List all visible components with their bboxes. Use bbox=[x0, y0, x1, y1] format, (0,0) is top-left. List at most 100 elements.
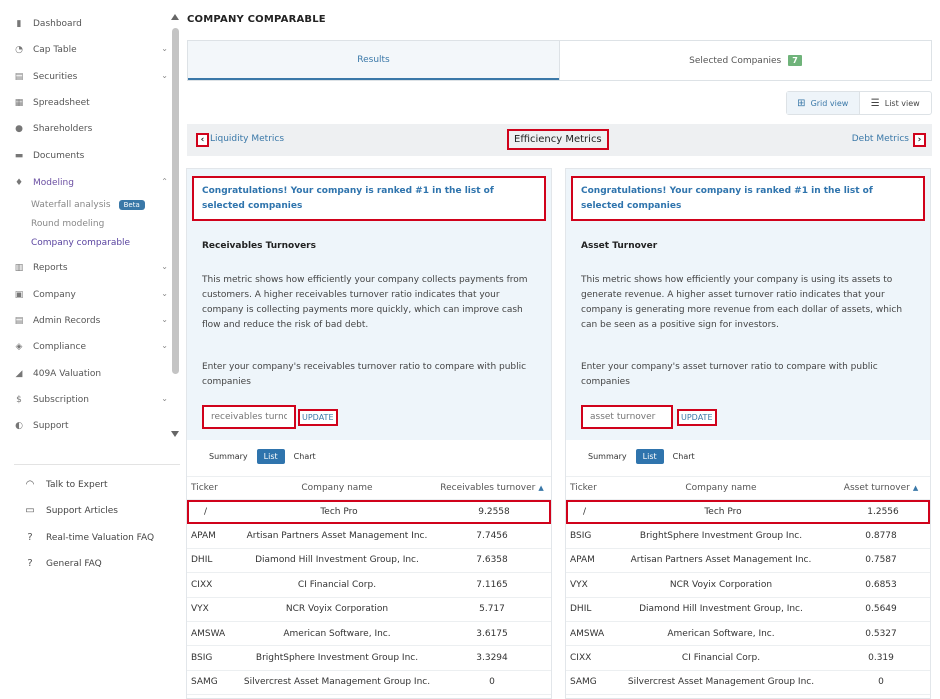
pie-chart-icon: ◔ bbox=[15, 45, 23, 55]
table-row: AMSWA American Software, Inc. 0.5327 bbox=[566, 622, 930, 647]
sidebar-item-securities[interactable]: ▤ Securities ⌄ bbox=[14, 67, 170, 87]
sidebar-scrollbar-thumb[interactable] bbox=[172, 28, 179, 374]
page-title: COMPANY COMPARABLE bbox=[187, 14, 326, 25]
sidebar-item-spreadsheet[interactable]: ▦ Spreadsheet bbox=[14, 93, 170, 113]
sidebar-item-cap-table[interactable]: ◔ Cap Table ⌄ bbox=[14, 40, 170, 60]
previous-metric-link[interactable]: Liquidity Metrics bbox=[210, 134, 284, 144]
cell-value: 0.7587 bbox=[865, 555, 897, 566]
column-header-value[interactable]: Receivables turnover ▲ bbox=[427, 483, 557, 493]
update-button[interactable]: UPDATE bbox=[677, 409, 717, 426]
sidebar-item-label: Dashboard bbox=[33, 19, 82, 29]
folder-icon: ▬ bbox=[14, 151, 24, 161]
subtab-list[interactable]: List bbox=[635, 449, 664, 464]
sidebar-item-shareholders[interactable]: ● Shareholders bbox=[14, 119, 170, 139]
receivables-turnover-input[interactable] bbox=[202, 405, 296, 429]
cell-company-name: Tech Pro bbox=[320, 507, 358, 518]
cell-value: 3.6175 bbox=[476, 628, 508, 639]
sidebar-subitem-company-comparable[interactable]: Company comparable bbox=[31, 235, 130, 251]
metric-description: This metric shows how efficiently your c… bbox=[581, 275, 903, 330]
cell-value: 0.319 bbox=[868, 653, 894, 664]
cell-company-name: Diamond Hill Investment Group, Inc. bbox=[639, 604, 803, 615]
sort-icon: ▲ bbox=[538, 484, 544, 492]
sidebar-item-label: Compliance bbox=[33, 342, 86, 352]
sidebar-item-compliance[interactable]: ◈ Compliance ⌄ bbox=[14, 337, 170, 357]
cell-ticker: SAMG bbox=[570, 677, 597, 688]
list-view-button[interactable]: ☰ List view bbox=[860, 92, 932, 114]
scroll-down-arrow[interactable] bbox=[171, 431, 179, 437]
asset-turnover-input[interactable] bbox=[581, 405, 673, 429]
receivables-turnover-panel: Congratulations! Your company is ranked … bbox=[186, 168, 552, 699]
help-circle-icon: ? bbox=[27, 532, 33, 543]
cell-company-name: NCR Voyix Corporation bbox=[669, 579, 773, 590]
cell-value: 5.717 bbox=[479, 604, 505, 615]
sidebar-item-documents[interactable]: ▬ Documents bbox=[14, 146, 170, 166]
cell-ticker: / bbox=[583, 507, 587, 518]
column-header-company-name: Company name bbox=[301, 483, 373, 493]
subtab-summary[interactable]: Summary bbox=[202, 449, 255, 464]
sidebar-item-dashboard[interactable]: ▮ Dashboard bbox=[14, 14, 170, 34]
cell-value: 7.6358 bbox=[476, 555, 508, 566]
subtab-chart[interactable]: Chart bbox=[666, 449, 702, 464]
divider bbox=[14, 464, 180, 465]
subtab-summary[interactable]: Summary bbox=[581, 449, 634, 464]
tab-selected-companies[interactable]: Selected Companies 7 bbox=[559, 41, 931, 80]
cell-company-name: BrightSphere Investment Group Inc. bbox=[639, 531, 803, 542]
cell-company-name: Silvercrest Asset Management Group Inc. bbox=[243, 677, 431, 688]
sidebar-item-support[interactable]: ◐ Support bbox=[14, 416, 170, 436]
cell-value: 1.2556 bbox=[867, 507, 899, 518]
congrats-message: Congratulations! Your company is ranked … bbox=[192, 176, 546, 221]
table-row: DHIL Diamond Hill Investment Group, Inc.… bbox=[566, 598, 930, 622]
column-header-ticker: Ticker bbox=[191, 483, 218, 493]
reports-icon: ▥ bbox=[14, 263, 24, 273]
subtab-list[interactable]: List bbox=[256, 449, 285, 464]
comparison-table: Ticker Company name Receivables turnover… bbox=[187, 476, 551, 696]
cell-value: 3.3294 bbox=[476, 653, 508, 664]
next-metric-link[interactable]: Debt Metrics bbox=[852, 134, 909, 144]
tab-results[interactable]: Results bbox=[188, 41, 559, 80]
subtab-chart[interactable]: Chart bbox=[287, 449, 323, 464]
update-button[interactable]: UPDATE bbox=[298, 409, 338, 426]
help-general-faq[interactable]: ? General FAQ bbox=[24, 555, 101, 573]
cell-value: 0 bbox=[878, 677, 884, 688]
cell-ticker: BSIG bbox=[191, 653, 213, 664]
grid-view-button[interactable]: ⊞ Grid view bbox=[787, 92, 860, 114]
chevron-down-icon: ⌄ bbox=[161, 315, 168, 324]
person-icon: ● bbox=[15, 124, 23, 134]
cell-company-name: BrightSphere Investment Group Inc. bbox=[255, 653, 419, 664]
table-header: Ticker Company name Receivables turnover… bbox=[187, 476, 551, 500]
sidebar-subitem-waterfall-analysis[interactable]: Waterfall analysis Beta bbox=[31, 197, 145, 213]
chevron-up-icon: ⌃ bbox=[161, 177, 168, 186]
previous-metric-button[interactable]: ‹ bbox=[196, 133, 209, 147]
table-row: APAM Artisan Partners Asset Management I… bbox=[566, 549, 930, 574]
sidebar-item-subscription[interactable]: $ Subscription ⌄ bbox=[14, 390, 170, 410]
sidebar-item-409a-valuation[interactable]: ◢ 409A Valuation bbox=[14, 364, 170, 384]
view-subtabs: Summary List Chart bbox=[581, 449, 704, 464]
comparison-table: Ticker Company name Asset turnover ▲ / Te… bbox=[566, 476, 930, 696]
next-metric-button[interactable]: › bbox=[913, 133, 926, 147]
table-header: Ticker Company name Asset turnover ▲ bbox=[566, 476, 930, 500]
headset-icon: ◠ bbox=[25, 479, 35, 490]
grid-icon: ⊞ bbox=[797, 97, 806, 109]
count-badge: 7 bbox=[788, 55, 802, 66]
sidebar-item-reports[interactable]: ▥ Reports ⌄ bbox=[14, 258, 170, 278]
metric-title: Receivables Turnovers bbox=[202, 241, 316, 251]
sidebar-item-modeling[interactable]: ♦ Modeling ⌃ bbox=[14, 173, 170, 193]
help-support-articles[interactable]: ▭ Support Articles bbox=[24, 502, 118, 520]
sidebar-subitem-round-modeling[interactable]: Round modeling bbox=[31, 216, 104, 232]
table-row: CIXX CI Financial Corp. 7.1165 bbox=[187, 573, 551, 598]
sidebar-item-company[interactable]: ▣ Company ⌄ bbox=[14, 285, 170, 305]
clipboard-icon: ▤ bbox=[14, 72, 24, 82]
sidebar-item-label: Admin Records bbox=[33, 316, 101, 326]
chevron-down-icon: ⌄ bbox=[161, 394, 168, 403]
scroll-up-arrow[interactable] bbox=[171, 14, 179, 20]
spreadsheet-icon: ▦ bbox=[14, 98, 24, 108]
sidebar-item-admin-records[interactable]: ▤ Admin Records ⌄ bbox=[14, 311, 170, 331]
column-header-value[interactable]: Asset turnover ▲ bbox=[816, 483, 940, 493]
cell-ticker: CIXX bbox=[191, 579, 213, 590]
help-talk-to-expert[interactable]: ◠ Talk to Expert bbox=[24, 476, 108, 494]
help-realtime-valuation-faq[interactable]: ? Real-time Valuation FAQ bbox=[24, 529, 154, 547]
table-row-own-company: / Tech Pro 9.2558 bbox=[187, 500, 551, 525]
metric-prompt: Enter your company's receivables turnove… bbox=[202, 362, 527, 387]
cell-ticker: DHIL bbox=[570, 604, 592, 615]
cell-value: 7.7456 bbox=[476, 531, 508, 542]
